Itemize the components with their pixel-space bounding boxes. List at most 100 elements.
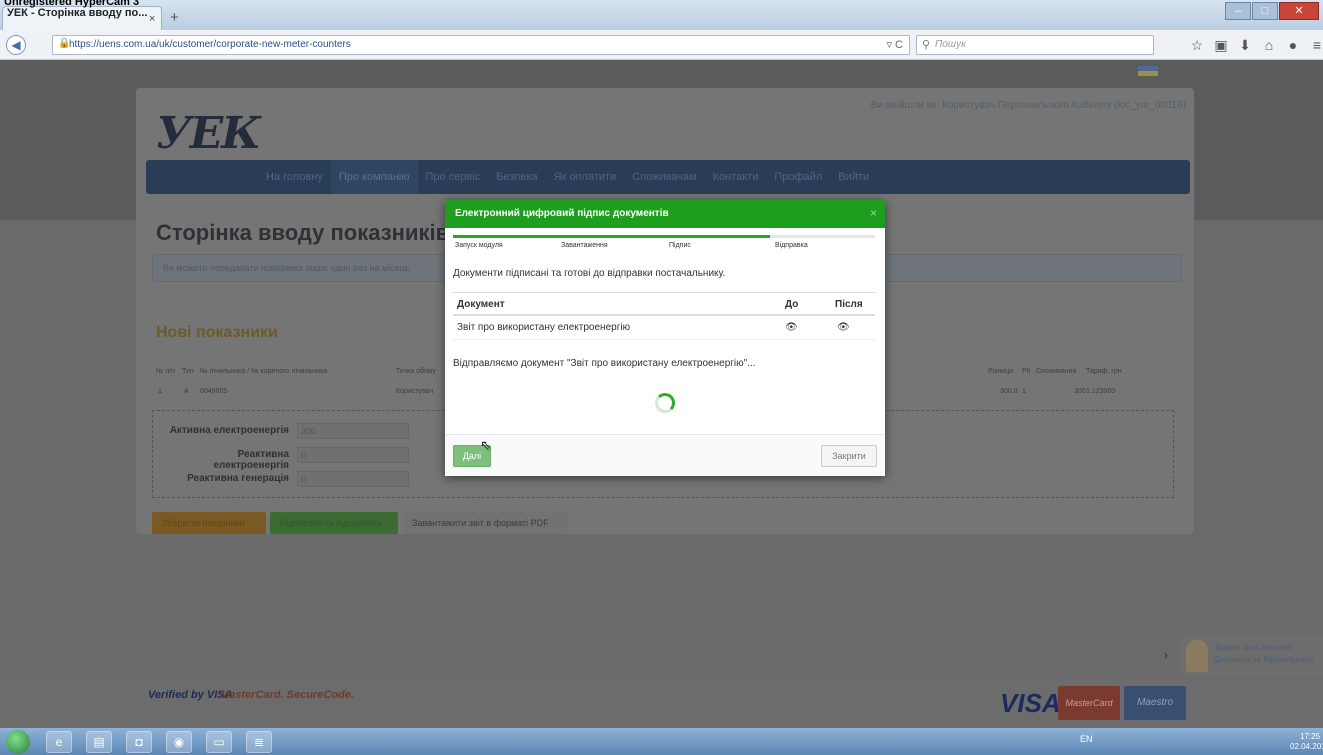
signed-message: Документи підписані та готові до відправ… <box>453 268 726 279</box>
clock-date: 02.04.2015 <box>1290 742 1323 751</box>
help-line-2[interactable]: Допомога на Віртуальному <box>1214 654 1314 666</box>
search-bar[interactable]: ⚲ Пошук <box>916 35 1154 55</box>
view-before-eye-icon[interactable]: 👁 <box>785 322 798 333</box>
browser-titlebar: УЕК - Сторінка вводу по... × + – □ ✕ <box>0 0 1323 30</box>
language-indicator[interactable]: EN <box>1080 734 1093 744</box>
explorer-icon[interactable]: ▤ <box>86 731 112 753</box>
col-after: Після <box>835 299 863 310</box>
chat-icon[interactable]: ● <box>1282 37 1304 54</box>
clock[interactable]: 17:25 02.04.2015 <box>1290 732 1323 752</box>
browser-navbar: ◀ 🔒 https://uens.com.ua/uk/customer/corp… <box>0 30 1323 60</box>
download-icon[interactable]: ⬇ <box>1234 37 1256 54</box>
firefox-icon[interactable]: ◉ <box>166 731 192 753</box>
site-logo[interactable]: УЕК <box>156 108 261 159</box>
ie-icon[interactable]: e <box>46 731 72 753</box>
modal-footer: Далі Закрити <box>445 434 885 476</box>
help-avatar-icon <box>1186 640 1208 672</box>
help-arrow-icon[interactable]: › <box>1164 648 1168 662</box>
help-line-1[interactable]: Задати своє питання <box>1214 642 1314 654</box>
table-row: Звіт про використану електроенергію 👁 👁 <box>453 316 875 340</box>
page-title: Сторінка вводу показників <box>156 220 450 245</box>
reactive-energy-label: Реактивна електроенергія <box>213 449 289 471</box>
mastercard-logo: MasterCard <box>1058 686 1120 720</box>
reload-icon[interactable]: ▿ C <box>886 38 903 51</box>
view-after-eye-icon[interactable]: 👁 <box>837 322 850 333</box>
main-menu: На головну Про компанію Про сервіс Безпе… <box>146 160 1190 194</box>
col-consumption: Споживання <box>1036 368 1077 375</box>
bookmarks-icon[interactable]: ▣ <box>1210 37 1232 54</box>
cell-meter: 0049005 <box>200 388 228 395</box>
menu-pay[interactable]: Як оплатити <box>546 160 625 194</box>
col-type: Тип <box>182 368 194 375</box>
active-energy-label: Активна електроенергія <box>169 425 289 436</box>
sign-send-button[interactable]: Підписати та відправити <box>270 512 398 534</box>
window-controls: – □ ✕ <box>1224 2 1319 20</box>
menu-home[interactable]: На головну <box>258 160 331 194</box>
url-text[interactable]: https://uens.com.ua/uk/customer/corporat… <box>69 39 351 50</box>
col-before: До <box>785 299 799 310</box>
cell-tariff: 1.123000 <box>1086 388 1116 395</box>
col-document: Документ <box>457 299 505 310</box>
tab-close-icon[interactable]: × <box>149 13 155 25</box>
menu-service[interactable]: Про сервіс <box>418 160 489 194</box>
loading-spinner-icon <box>655 393 675 413</box>
browser-tab[interactable]: УЕК - Сторінка вводу по... × <box>2 6 162 30</box>
save-readings-button[interactable]: Зберегти показники <box>152 512 266 534</box>
documents-table-header: Документ До Після <box>453 292 875 316</box>
language-flag-icon[interactable] <box>1138 66 1158 76</box>
active-energy-input[interactable]: 300 <box>297 423 409 439</box>
menu-security[interactable]: Безпека <box>488 160 545 194</box>
tab-title[interactable]: УЕК - Сторінка вводу по... <box>7 7 147 19</box>
bookmark-star-icon[interactable]: ☆ <box>1186 37 1208 54</box>
clock-time: 17:25 <box>1300 732 1321 741</box>
recorder-watermark: Unregistered HyperCam 3 <box>4 0 140 8</box>
logged-in-text: Ви авійшли як: Користувач Персонального … <box>870 100 1186 111</box>
section-title: Нові показники <box>156 324 278 341</box>
cell-rk: 1 <box>1022 388 1026 395</box>
home-icon[interactable]: ⌂ <box>1258 37 1280 54</box>
new-tab-icon[interactable]: + <box>170 9 179 26</box>
modal-close-icon[interactable]: × <box>870 206 877 220</box>
app-icon[interactable]: ◘ <box>126 731 152 753</box>
help-text: Задати своє питання Допомога на Віртуаль… <box>1214 642 1314 666</box>
minimize-icon[interactable]: – <box>1225 2 1251 20</box>
start-button[interactable] <box>6 730 30 754</box>
search-placeholder[interactable]: Пошук <box>935 39 966 50</box>
address-bar[interactable]: 🔒 https://uens.com.ua/uk/customer/corpor… <box>52 35 910 55</box>
help-widget[interactable]: Задати своє питання Допомога на Віртуаль… <box>1180 636 1323 676</box>
document-name: Звіт про використану електроенергію <box>457 322 631 333</box>
close-window-icon[interactable]: ✕ <box>1279 2 1319 20</box>
menu-about[interactable]: Про компанію <box>330 160 418 194</box>
col-meter: № лічильника / № кореного лічильника <box>200 368 328 375</box>
modal-title: Електронний цифровий підпис документів <box>455 208 669 219</box>
col-diff: Різниця <box>988 368 1014 375</box>
form-actions: Зберегти показники Підписати та відправи… <box>152 512 572 534</box>
step-send: Відправка <box>775 242 808 249</box>
browser-toolbar: ☆ ▣ ⬇ ⌂ ● ≡ <box>1186 37 1323 54</box>
visa-logo: VISA <box>1000 688 1061 718</box>
download-pdf-button[interactable]: Завантажити звіт в форматі PDF <box>402 512 568 534</box>
maestro-logo: Maestro <box>1124 686 1186 720</box>
modal-header: Електронний цифровий підпис документів × <box>445 200 885 228</box>
progress-fill <box>453 235 770 238</box>
folder-icon[interactable]: ▭ <box>206 731 232 753</box>
step-sign: Підпис <box>669 242 691 249</box>
notes-icon[interactable]: ≣ <box>246 731 272 753</box>
signature-modal: Електронний цифровий підпис документів ×… <box>445 200 885 476</box>
menu-consumers[interactable]: Споживачам <box>624 160 704 194</box>
cell-point: Користувач <box>396 388 434 395</box>
menu-profile[interactable]: Профайл <box>766 160 830 194</box>
reactive-energy-input[interactable]: 0 <box>297 447 409 463</box>
menu-contacts[interactable]: Контакти <box>705 160 767 194</box>
step-launch: Запуск модуля <box>455 242 503 249</box>
col-tariff: Тариф, грн. <box>1086 368 1124 375</box>
reactive-generation-input[interactable]: 0 <box>297 471 409 487</box>
close-button[interactable]: Закрити <box>821 445 877 467</box>
menu-logout[interactable]: Вийти <box>830 160 877 194</box>
sending-message: Відправляємо документ "Звіт про використ… <box>453 358 756 369</box>
menu-icon[interactable]: ≡ <box>1306 37 1323 54</box>
footer: Verified by VISA MasterCard. SecureCode.… <box>0 680 1323 728</box>
maximize-icon[interactable]: □ <box>1252 2 1278 20</box>
cell-type: А <box>184 388 189 395</box>
back-icon[interactable]: ◀ <box>6 35 26 55</box>
